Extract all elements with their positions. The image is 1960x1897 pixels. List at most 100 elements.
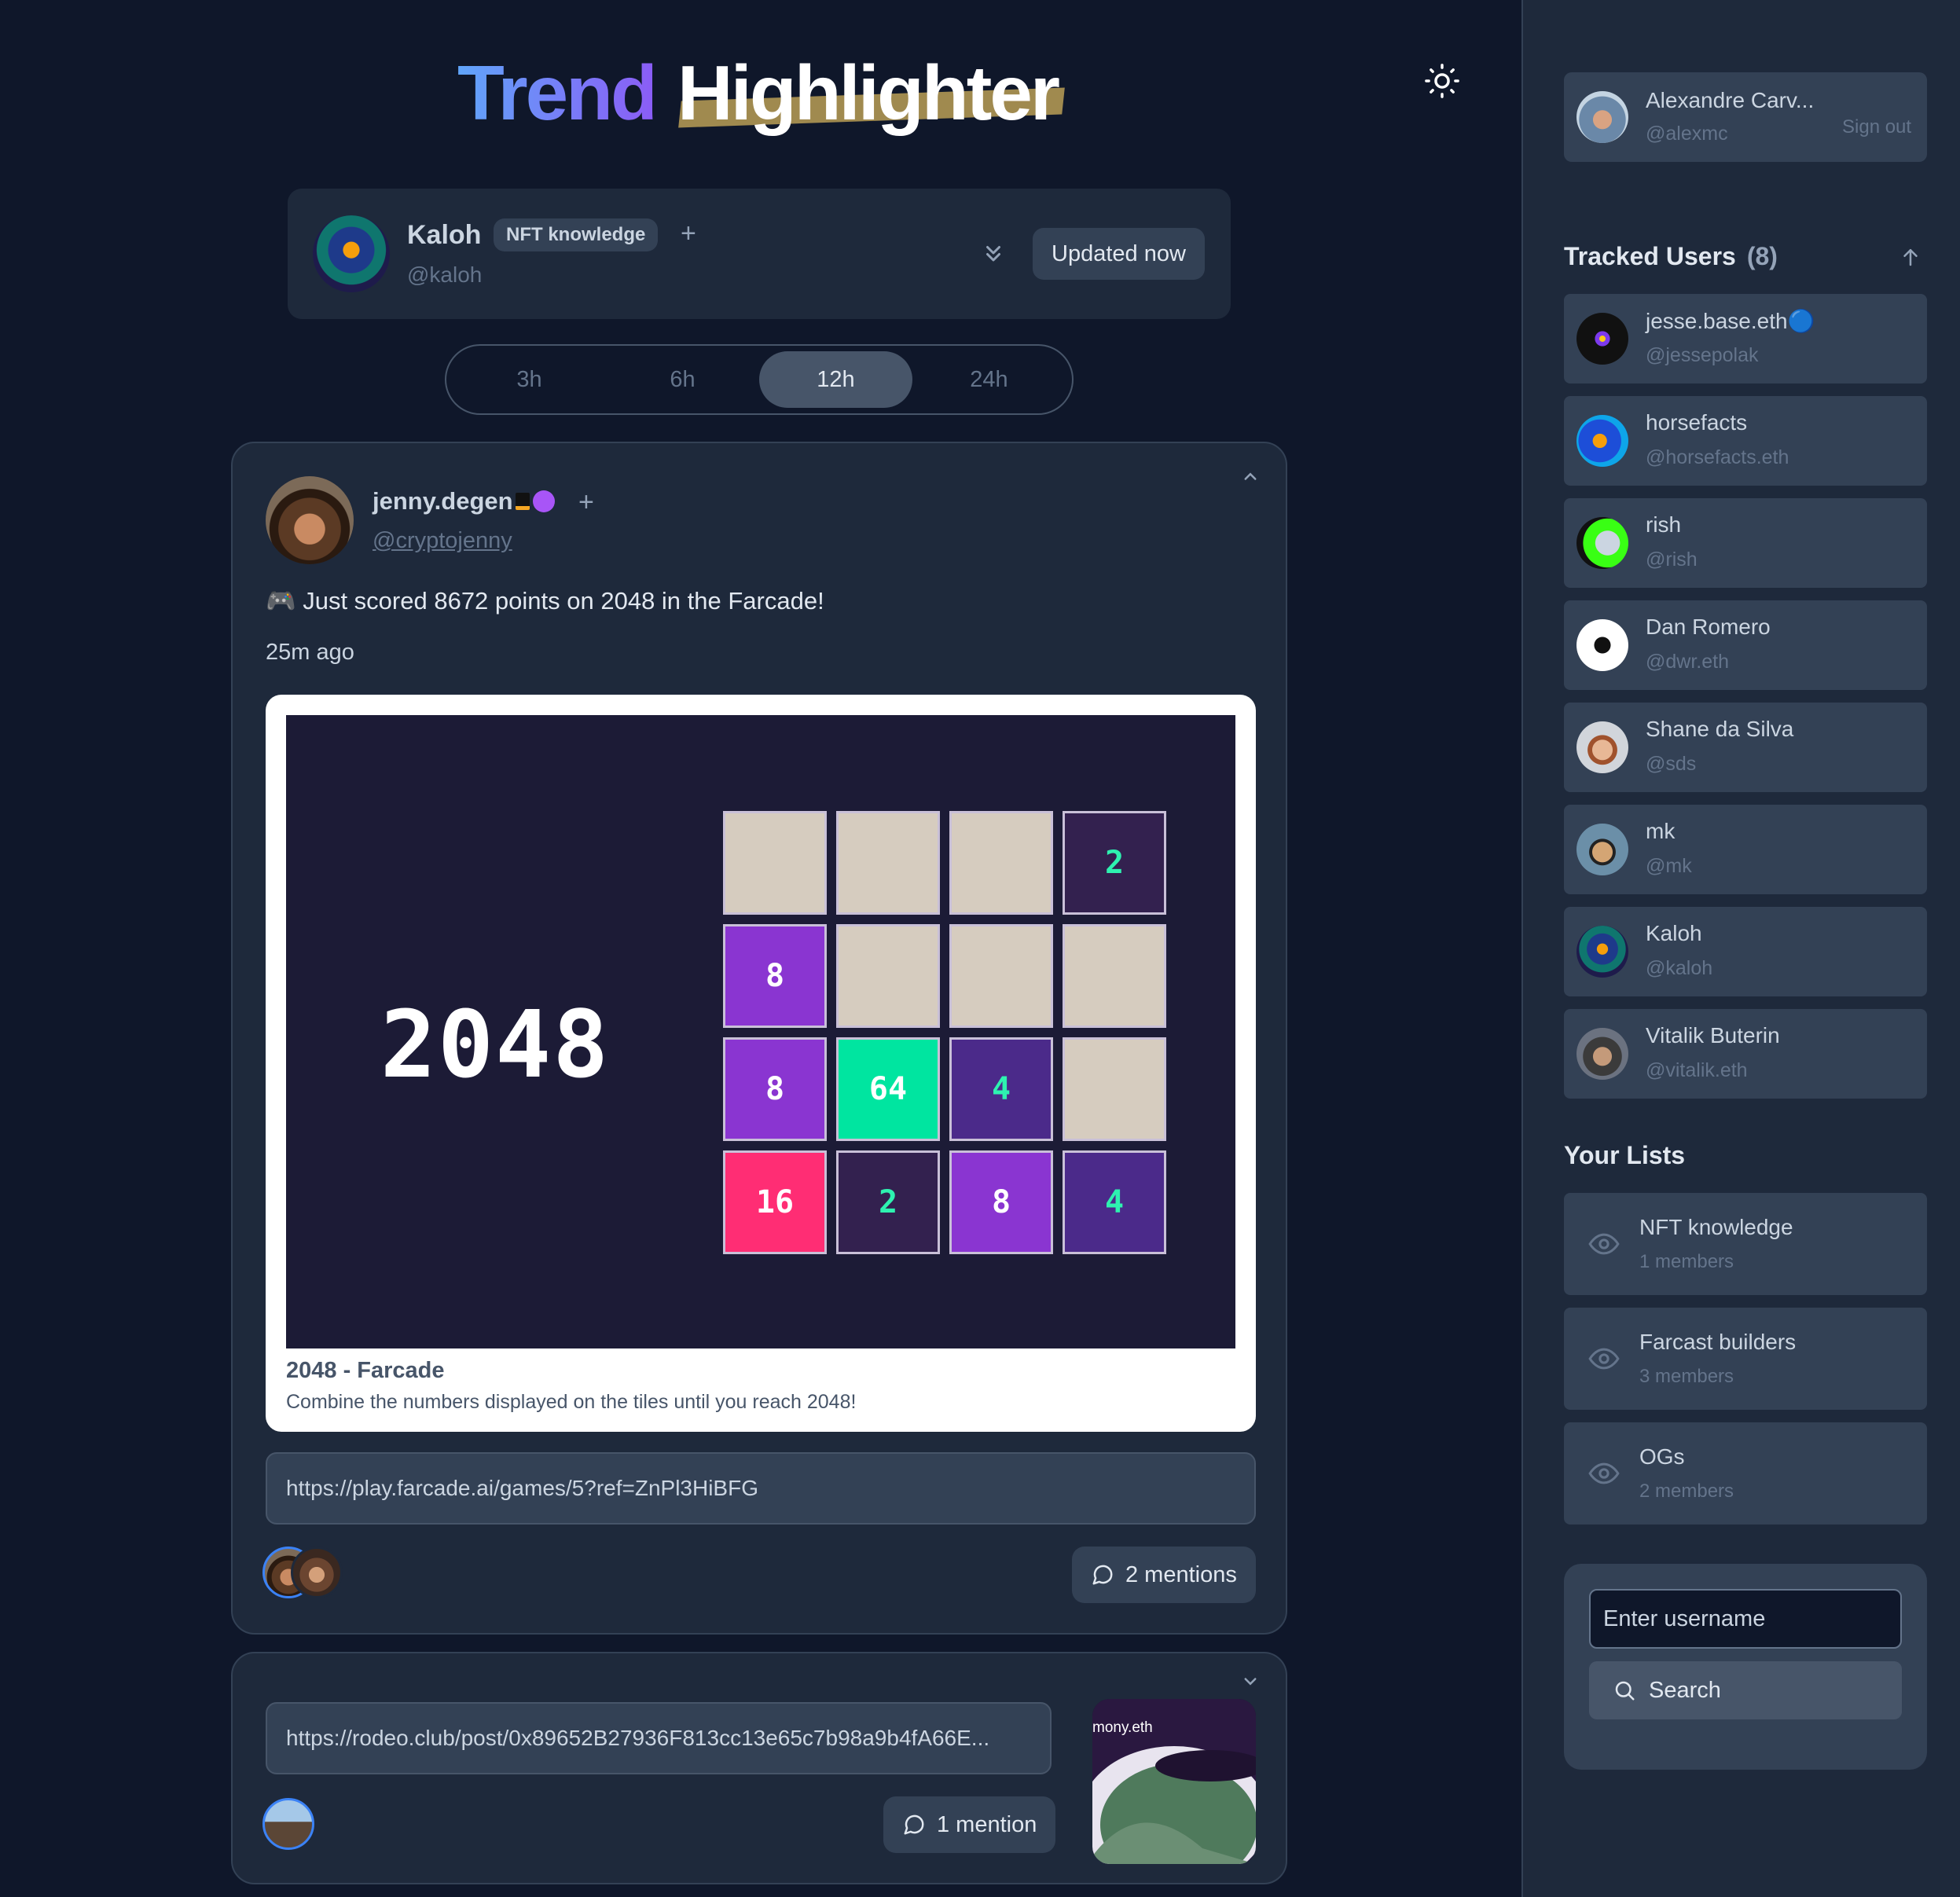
eye-icon	[1588, 1348, 1620, 1370]
avatar[interactable]	[291, 1547, 343, 1598]
chevron-up-icon	[1244, 472, 1257, 480]
list-item[interactable]: Farcast builders 3 members	[1564, 1308, 1927, 1410]
tracked-user-handle: @vitalik.eth	[1646, 1059, 1748, 1081]
message-circle-icon	[1092, 1565, 1113, 1585]
post-url-link[interactable]: https://play.farcade.ai/games/5?ref=ZnPl…	[266, 1452, 1256, 1525]
link-preview-card[interactable]: 2048 2 8 8 64 4 16 2 8 4 2048 - Farcade …	[266, 695, 1256, 1432]
avatar	[313, 215, 390, 292]
mentions-count: 1 mention	[937, 1811, 1037, 1837]
search-button[interactable]: Search	[1589, 1661, 1902, 1719]
expand-button[interactable]	[1239, 1669, 1262, 1693]
mentions-button[interactable]: 1 mention	[883, 1796, 1056, 1853]
game-tile	[836, 811, 940, 915]
tracked-user-name: Dan Romero	[1646, 615, 1771, 639]
tracked-user-handle: @jessepolak	[1646, 344, 1759, 366]
list-item[interactable]: NFT knowledge 1 members	[1564, 1193, 1927, 1295]
search-icon	[1615, 1681, 1635, 1701]
tab-24h[interactable]: 24h	[912, 351, 1066, 408]
post-url-link[interactable]: https://rodeo.club/post/0x89652B27936F81…	[266, 1702, 1052, 1774]
message-circle-icon	[904, 1814, 924, 1835]
game-tile: 4	[949, 1037, 1053, 1141]
author-name: jenny.degen	[373, 487, 513, 515]
author-emoji	[516, 490, 555, 512]
logo-highlighter: Highlighter	[677, 50, 1060, 136]
tracked-user-item[interactable]: horsefacts @horsefacts.eth	[1564, 396, 1927, 486]
tracked-user-handle: @kaloh	[1646, 957, 1713, 979]
search-button-label: Search	[1649, 1677, 1721, 1703]
avatar	[1576, 721, 1628, 773]
list-item[interactable]: OGs 2 members	[1564, 1422, 1927, 1525]
avatar	[266, 476, 354, 564]
tracked-users-heading: Tracked Users (8)	[1564, 242, 1778, 271]
tracked-user-name: Vitalik Buterin	[1646, 1023, 1780, 1048]
expand-button[interactable]	[979, 237, 1008, 269]
eye-icon	[1588, 1462, 1620, 1484]
url-text: https://play.farcade.ai/games/5?ref=ZnPl…	[286, 1476, 758, 1500]
theme-toggle-button[interactable]	[1422, 61, 1462, 101]
updated-status-button[interactable]: Updated now	[1033, 228, 1205, 280]
tracked-user-name: mk	[1646, 819, 1676, 843]
username-input[interactable]	[1589, 1589, 1902, 1649]
post-timestamp: 25m ago	[266, 640, 354, 665]
list-name: NFT knowledge	[1639, 1215, 1793, 1239]
mention-avatars	[262, 1547, 343, 1598]
avatar	[1576, 824, 1628, 875]
game-tile: 8	[723, 924, 827, 1028]
avatar	[1576, 91, 1628, 143]
collapse-button[interactable]	[1239, 465, 1262, 489]
author-handle-link[interactable]: @cryptojenny	[373, 528, 512, 554]
track-user-button[interactable]: +	[578, 487, 594, 518]
list-members: 1 members	[1639, 1251, 1734, 1272]
mentions-button[interactable]: 2 mentions	[1072, 1547, 1256, 1603]
avatar	[1576, 1028, 1628, 1080]
sort-button[interactable]	[1899, 244, 1922, 270]
post-thumbnail[interactable]: mony.eth	[1092, 1699, 1256, 1864]
tracked-user-item[interactable]: Kaloh @kaloh	[1564, 907, 1927, 996]
tab-12h[interactable]: 12h	[759, 351, 912, 408]
tracked-users-title: Tracked Users	[1564, 242, 1736, 270]
chevron-down-icon	[1244, 1678, 1257, 1686]
game-preview-image: 2048 2 8 8 64 4 16 2 8 4	[286, 715, 1235, 1348]
tracked-user-item[interactable]: Shane da Silva @sds	[1564, 703, 1927, 792]
game-tile: 16	[723, 1150, 827, 1254]
tracked-user-name: horsefacts	[1646, 410, 1748, 435]
game-tile	[949, 811, 1053, 915]
app-logo: Trend Highlighter	[457, 49, 1065, 143]
current-user-name: Alexandre Carv...	[1646, 88, 1815, 112]
url-text: https://rodeo.club/post/0x89652B27936F81…	[286, 1726, 990, 1750]
tracked-user-name: rish	[1646, 512, 1682, 537]
profile-name: Kaloh	[407, 220, 482, 250]
your-lists-heading: Your Lists	[1564, 1141, 1686, 1169]
tracked-user-handle: @horsefacts.eth	[1646, 446, 1789, 468]
tracked-user-item[interactable]: mk @mk	[1564, 805, 1927, 894]
selected-user-card: Kaloh NFT knowledge + @kaloh Updated now	[288, 189, 1231, 319]
add-to-list-button[interactable]: +	[681, 218, 696, 249]
current-user-handle: @alexmc	[1646, 123, 1728, 145]
arrow-up-icon	[1903, 249, 1918, 266]
purple-circle-icon	[533, 490, 555, 512]
tracked-user-handle: @sds	[1646, 753, 1697, 775]
game-tile: 64	[836, 1037, 940, 1141]
avatar	[1576, 926, 1628, 978]
embed-description: Combine the numbers displayed on the til…	[286, 1391, 857, 1413]
tracked-users-count: (8)	[1746, 242, 1778, 270]
list-name: Farcast builders	[1639, 1330, 1797, 1354]
game-tile: 2	[1063, 811, 1166, 915]
sidebar: Alexandre Carv... @alexmc Sign out Track…	[1521, 0, 1960, 1897]
list-members: 3 members	[1639, 1366, 1734, 1387]
tracked-user-item[interactable]: rish @rish	[1564, 498, 1927, 588]
tracked-user-name: Kaloh	[1646, 921, 1702, 945]
game-tile: 4	[1063, 1150, 1166, 1254]
top-hat-icon	[516, 493, 530, 510]
avatar[interactable]	[262, 1798, 314, 1850]
avatar	[1576, 313, 1628, 365]
tracked-user-item[interactable]: jesse.base.eth🔵 @jessepolak	[1564, 294, 1927, 383]
list-badge[interactable]: NFT knowledge	[494, 218, 659, 251]
sign-out-button[interactable]: Sign out	[1842, 116, 1911, 138]
tab-6h[interactable]: 6h	[606, 351, 759, 408]
embed-title: 2048 - Farcade	[286, 1358, 445, 1383]
tracked-user-item[interactable]: Vitalik Buterin @vitalik.eth	[1564, 1009, 1927, 1099]
tracked-user-item[interactable]: Dan Romero @dwr.eth	[1564, 600, 1927, 690]
thumbnail-caption: mony.eth	[1092, 1719, 1153, 1736]
tab-3h[interactable]: 3h	[453, 351, 606, 408]
